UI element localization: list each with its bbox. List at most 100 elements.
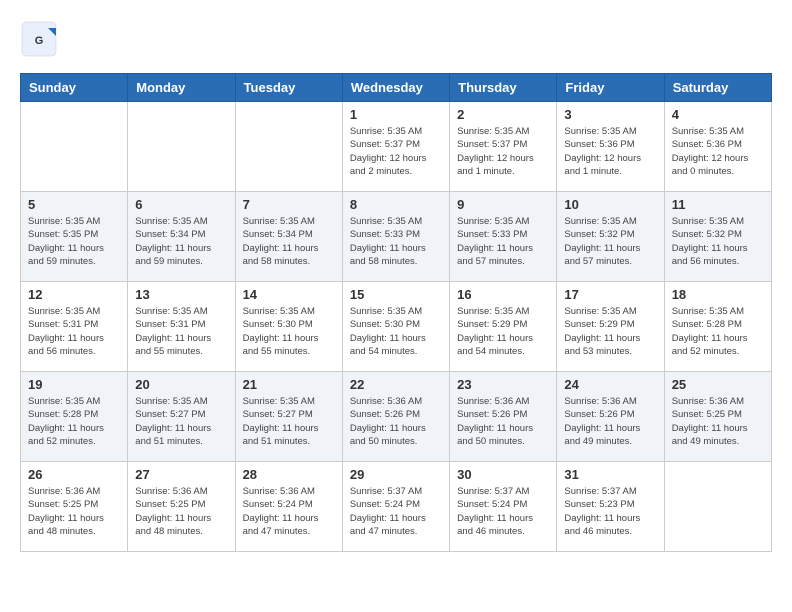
day-number: 5 <box>28 197 120 212</box>
calendar-cell: 1Sunrise: 5:35 AM Sunset: 5:37 PM Daylig… <box>342 102 449 192</box>
calendar-cell: 31 Sunrise: 5:37 AM Sunset: 5:23 PM Dayli… <box>557 462 664 552</box>
calendar-cell: 16 Sunrise: 5:35 AM Sunset: 5:29 PM Dayli… <box>450 282 557 372</box>
day-info: Sunrise: 5:35 AM Sunset: 5:34 PM Dayligh… <box>243 215 335 268</box>
day-info: Sunrise: 5:36 AM Sunset: 5:26 PM Dayligh… <box>564 395 656 448</box>
day-number: 28 <box>243 467 335 482</box>
calendar-cell: 22 Sunrise: 5:36 AM Sunset: 5:26 PM Dayli… <box>342 372 449 462</box>
logo: G <box>20 20 62 63</box>
day-number: 3 <box>564 107 656 122</box>
day-header-tuesday: Tuesday <box>235 74 342 102</box>
calendar-cell: 13Sunrise: 5:35 AM Sunset: 5:31 PM Dayli… <box>128 282 235 372</box>
day-info: Sunrise: 5:36 AM Sunset: 5:24 PM Dayligh… <box>243 485 335 538</box>
day-header-friday: Friday <box>557 74 664 102</box>
calendar-cell <box>21 102 128 192</box>
calendar-cell: 28 Sunrise: 5:36 AM Sunset: 5:24 PM Dayli… <box>235 462 342 552</box>
calendar-cell <box>664 462 771 552</box>
day-info: Sunrise: 5:36 AM Sunset: 5:25 PM Dayligh… <box>28 485 120 538</box>
day-info: Sunrise: 5:35 AM Sunset: 5:33 PM Dayligh… <box>350 215 442 268</box>
day-info: Sunrise: 5:36 AM Sunset: 5:25 PM Dayligh… <box>135 485 227 538</box>
day-number: 16 <box>457 287 549 302</box>
day-info: Sunrise: 5:35 AM Sunset: 5:29 PM Dayligh… <box>564 305 656 358</box>
day-number: 10 <box>564 197 656 212</box>
day-info: Sunrise: 5:35 AM Sunset: 5:33 PM Dayligh… <box>457 215 549 268</box>
svg-text:G: G <box>35 35 44 47</box>
calendar-cell: 9 Sunrise: 5:35 AM Sunset: 5:33 PM Daylig… <box>450 192 557 282</box>
calendar-cell: 10 Sunrise: 5:35 AM Sunset: 5:32 PM Dayli… <box>557 192 664 282</box>
day-number: 24 <box>564 377 656 392</box>
calendar-cell: 14Sunrise: 5:35 AM Sunset: 5:30 PM Dayli… <box>235 282 342 372</box>
day-number: 25 <box>672 377 764 392</box>
day-info: Sunrise: 5:36 AM Sunset: 5:26 PM Dayligh… <box>457 395 549 448</box>
day-info: Sunrise: 5:35 AM Sunset: 5:28 PM Dayligh… <box>672 305 764 358</box>
day-header-saturday: Saturday <box>664 74 771 102</box>
day-info: Sunrise: 5:35 AM Sunset: 5:30 PM Dayligh… <box>243 305 335 358</box>
logo-icon: G <box>20 20 58 58</box>
calendar-week-row: 12 Sunrise: 5:35 AM Sunset: 5:31 PM Dayli… <box>21 282 772 372</box>
day-header-monday: Monday <box>128 74 235 102</box>
day-number: 4 <box>672 107 764 122</box>
day-number: 30 <box>457 467 549 482</box>
calendar-cell: 5Sunrise: 5:35 AM Sunset: 5:35 PM Daylig… <box>21 192 128 282</box>
calendar-cell: 4 Sunrise: 5:35 AM Sunset: 5:36 PM Daylig… <box>664 102 771 192</box>
calendar-cell: 20 Sunrise: 5:35 AM Sunset: 5:27 PM Dayli… <box>128 372 235 462</box>
day-number: 19 <box>28 377 120 392</box>
calendar-cell: 6 Sunrise: 5:35 AM Sunset: 5:34 PM Daylig… <box>128 192 235 282</box>
calendar-cell <box>235 102 342 192</box>
calendar-cell: 24 Sunrise: 5:36 AM Sunset: 5:26 PM Dayli… <box>557 372 664 462</box>
day-number: 31 <box>564 467 656 482</box>
day-info: Sunrise: 5:35 AM Sunset: 5:34 PM Dayligh… <box>135 215 227 268</box>
calendar-cell: 12 Sunrise: 5:35 AM Sunset: 5:31 PM Dayli… <box>21 282 128 372</box>
day-number: 7 <box>243 197 335 212</box>
day-number: 21 <box>243 377 335 392</box>
day-number: 22 <box>350 377 442 392</box>
day-number: 17 <box>564 287 656 302</box>
day-info: Sunrise: 5:37 AM Sunset: 5:24 PM Dayligh… <box>350 485 442 538</box>
calendar-cell: 29Sunrise: 5:37 AM Sunset: 5:24 PM Dayli… <box>342 462 449 552</box>
day-number: 12 <box>28 287 120 302</box>
day-number: 15 <box>350 287 442 302</box>
calendar-cell: 7 Sunrise: 5:35 AM Sunset: 5:34 PM Daylig… <box>235 192 342 282</box>
calendar-cell: 11Sunrise: 5:35 AM Sunset: 5:32 PM Dayli… <box>664 192 771 282</box>
calendar-cell: 3 Sunrise: 5:35 AM Sunset: 5:36 PM Daylig… <box>557 102 664 192</box>
calendar-cell: 8 Sunrise: 5:35 AM Sunset: 5:33 PM Daylig… <box>342 192 449 282</box>
day-info: Sunrise: 5:35 AM Sunset: 5:30 PM Dayligh… <box>350 305 442 358</box>
day-info: Sunrise: 5:36 AM Sunset: 5:25 PM Dayligh… <box>672 395 764 448</box>
calendar-cell: 21 Sunrise: 5:35 AM Sunset: 5:27 PM Dayli… <box>235 372 342 462</box>
calendar-week-row: 26 Sunrise: 5:36 AM Sunset: 5:25 PM Dayli… <box>21 462 772 552</box>
day-info: Sunrise: 5:36 AM Sunset: 5:26 PM Dayligh… <box>350 395 442 448</box>
day-number: 13 <box>135 287 227 302</box>
day-number: 6 <box>135 197 227 212</box>
day-info: Sunrise: 5:35 AM Sunset: 5:27 PM Dayligh… <box>243 395 335 448</box>
calendar-cell: 25 Sunrise: 5:36 AM Sunset: 5:25 PM Dayli… <box>664 372 771 462</box>
day-info: Sunrise: 5:35 AM Sunset: 5:32 PM Dayligh… <box>672 215 764 268</box>
calendar-week-row: 1 Sunrise: 5:35 AM Sunset: 5:37 PM Daylig… <box>21 102 772 192</box>
day-number: 1 <box>350 107 442 122</box>
day-number: 20 <box>135 377 227 392</box>
day-header-thursday: Thursday <box>450 74 557 102</box>
calendar-cell: 30 Sunrise: 5:37 AM Sunset: 5:24 PM Dayli… <box>450 462 557 552</box>
page-header: G <box>20 20 772 63</box>
day-info: Sunrise: 5:35 AM Sunset: 5:31 PM Dayligh… <box>28 305 120 358</box>
calendar-cell <box>128 102 235 192</box>
calendar-week-row: 5Sunrise: 5:35 AM Sunset: 5:35 PM Daylig… <box>21 192 772 282</box>
calendar-header-row: SundayMondayTuesdayWednesdayThursdayFrid… <box>21 74 772 102</box>
calendar-week-row: 19Sunrise: 5:35 AM Sunset: 5:28 PM Dayli… <box>21 372 772 462</box>
day-info: Sunrise: 5:35 AM Sunset: 5:29 PM Dayligh… <box>457 305 549 358</box>
calendar-cell: 23 Sunrise: 5:36 AM Sunset: 5:26 PM Dayli… <box>450 372 557 462</box>
day-info: Sunrise: 5:37 AM Sunset: 5:24 PM Dayligh… <box>457 485 549 538</box>
day-number: 27 <box>135 467 227 482</box>
day-number: 26 <box>28 467 120 482</box>
day-info: Sunrise: 5:37 AM Sunset: 5:23 PM Dayligh… <box>564 485 656 538</box>
day-number: 9 <box>457 197 549 212</box>
day-info: Sunrise: 5:35 AM Sunset: 5:36 PM Dayligh… <box>564 125 656 178</box>
day-info: Sunrise: 5:35 AM Sunset: 5:27 PM Dayligh… <box>135 395 227 448</box>
day-info: Sunrise: 5:35 AM Sunset: 5:36 PM Dayligh… <box>672 125 764 178</box>
day-number: 8 <box>350 197 442 212</box>
day-number: 2 <box>457 107 549 122</box>
day-info: Sunrise: 5:35 AM Sunset: 5:32 PM Dayligh… <box>564 215 656 268</box>
day-info: Sunrise: 5:35 AM Sunset: 5:37 PM Dayligh… <box>457 125 549 178</box>
calendar-cell: 18Sunrise: 5:35 AM Sunset: 5:28 PM Dayli… <box>664 282 771 372</box>
day-header-wednesday: Wednesday <box>342 74 449 102</box>
day-number: 23 <box>457 377 549 392</box>
calendar-cell: 17 Sunrise: 5:35 AM Sunset: 5:29 PM Dayli… <box>557 282 664 372</box>
